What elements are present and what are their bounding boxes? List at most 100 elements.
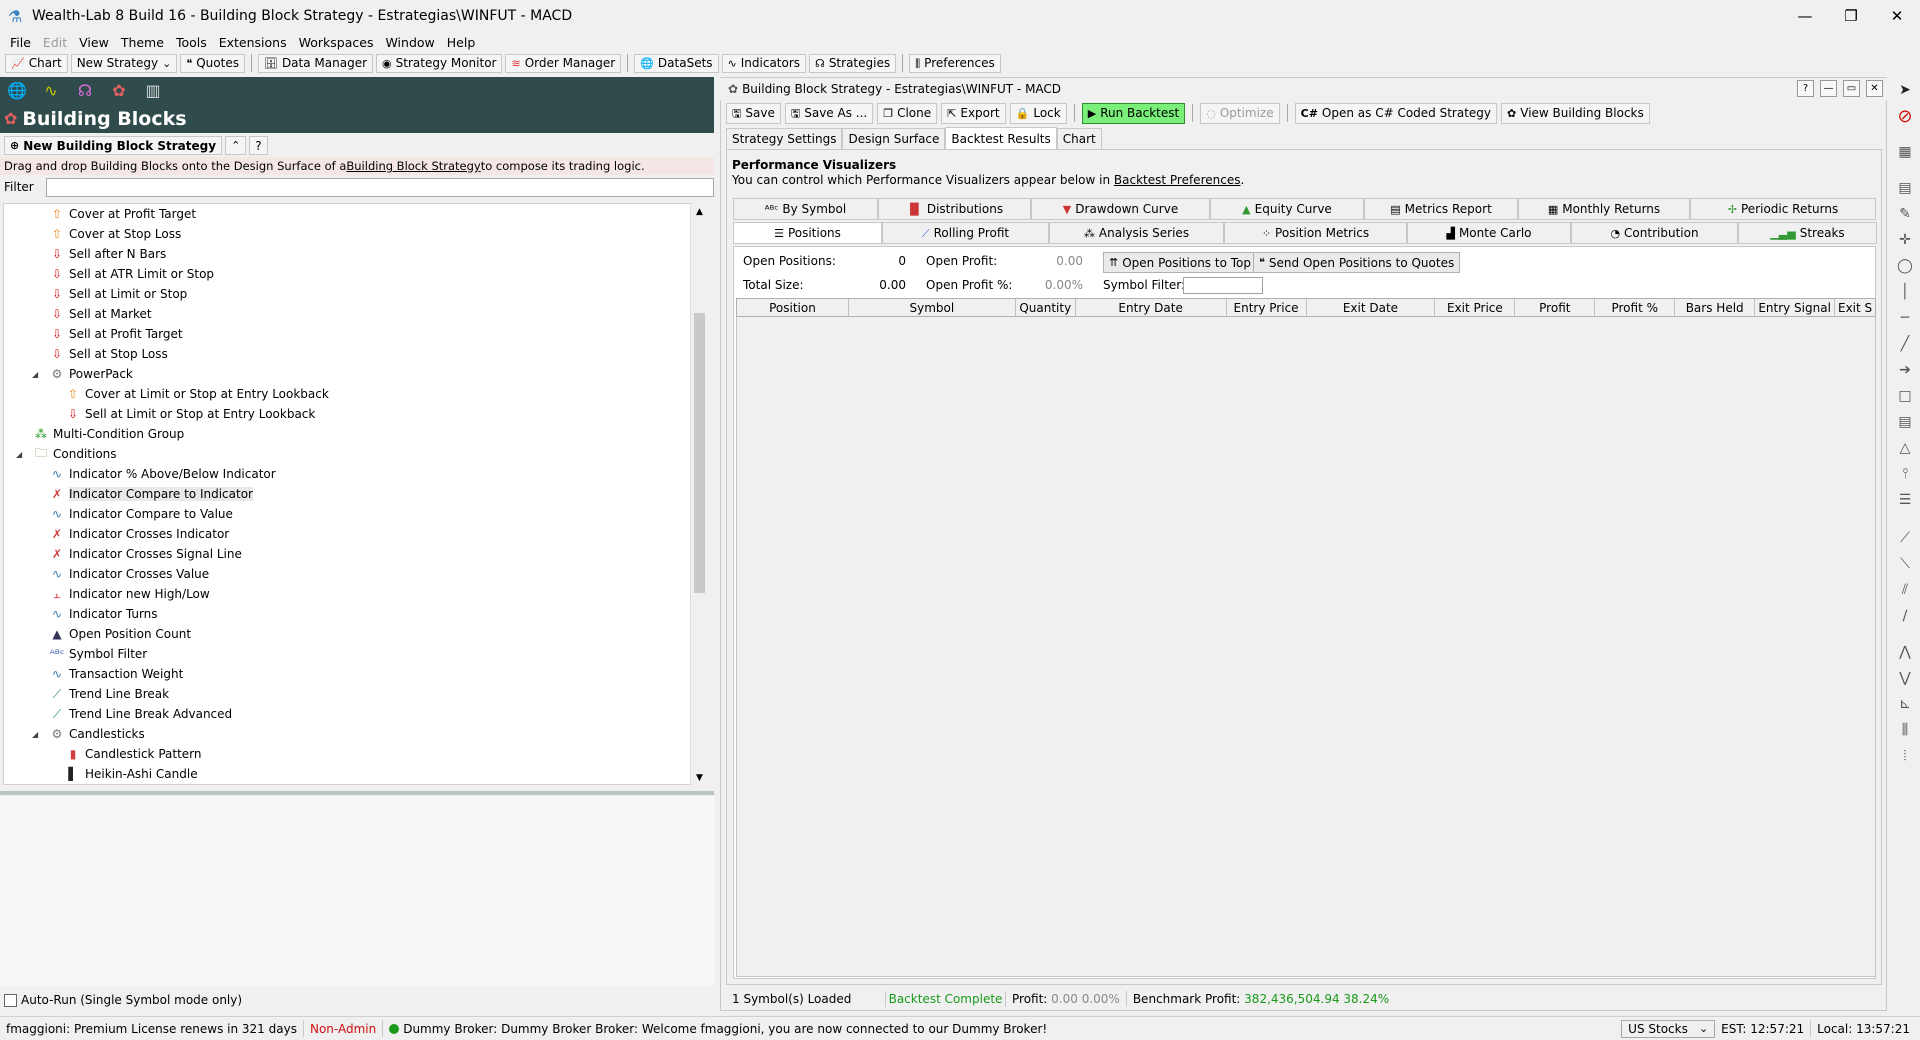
tree-item[interactable]: ✗ Indicator Crosses Signal Line: [50, 544, 242, 564]
tree-item[interactable]: ⇩ Sell at Limit or Stop: [50, 284, 187, 304]
tree-item[interactable]: ∿ Transaction Weight: [50, 664, 183, 684]
tree-item[interactable]: ⇩ Sell at Stop Loss: [50, 344, 168, 364]
strategies-button[interactable]: ☊ Strategies: [809, 53, 897, 73]
cycles-icon[interactable]: ⫼: [1895, 720, 1915, 740]
market-select[interactable]: US Stocks ⌄: [1621, 1019, 1716, 1038]
save-button[interactable]: 🖫 Save: [726, 102, 781, 124]
help-button[interactable]: ?: [249, 136, 268, 155]
maximize-button[interactable]: ▭: [1843, 80, 1860, 97]
tab-equity-curve[interactable]: ▲ Equity Curve: [1210, 198, 1364, 220]
tree-item[interactable]: ⇧ Cover at Limit or Stop at Entry Lookbac…: [66, 384, 329, 404]
grid-select-icon[interactable]: ▦: [1895, 142, 1915, 162]
tree-item[interactable]: ⫠ Indicator new High/Low: [50, 584, 209, 604]
run-backtest-button[interactable]: ▶ Run Backtest: [1081, 102, 1186, 124]
brain-icon[interactable]: ☊: [74, 81, 96, 101]
tree-item[interactable]: ⇩ Sell after N Bars: [50, 244, 166, 264]
datasets-button[interactable]: 🌐 DataSets: [634, 53, 719, 73]
tree-item[interactable]: ᴬᴮᶜ Symbol Filter: [50, 644, 148, 664]
symbol-filter-input[interactable]: [1183, 277, 1263, 294]
menu-edit[interactable]: Edit: [37, 35, 73, 50]
tree-item[interactable]: ⇩ Sell at ATR Limit or Stop: [50, 264, 214, 284]
column-header[interactable]: Entry Date: [1076, 299, 1227, 317]
export-button[interactable]: ⇱ Export: [941, 102, 1006, 124]
save-as-button[interactable]: 🖫 Save As ...: [784, 102, 874, 124]
trend-line-icon[interactable]: ╱: [1895, 334, 1915, 354]
tab-backtest-results[interactable]: Backtest Results: [945, 127, 1057, 150]
tab-positions[interactable]: ☰ Positions: [733, 222, 882, 244]
menu-extensions[interactable]: Extensions: [213, 35, 293, 50]
autorun-checkbox[interactable]: Auto-Run (Single Symbol mode only): [4, 993, 242, 1007]
building-block-strategy-link[interactable]: Building Block Strategy: [346, 159, 480, 173]
tab-streaks[interactable]: ▁▃▅ Streaks: [1738, 222, 1877, 244]
column-header[interactable]: Exit Price: [1435, 299, 1516, 317]
tree-item[interactable]: ⇩ Sell at Limit or Stop at Entry Lookback: [66, 404, 315, 424]
panel-splitter[interactable]: [0, 791, 714, 795]
backtest-preferences-link[interactable]: Backtest Preferences: [1114, 173, 1241, 187]
column-header[interactable]: Exit S: [1835, 299, 1875, 317]
data-manager-button[interactable]: 🗄 Data Manager: [257, 53, 374, 73]
tab-rolling-profit[interactable]: ⟋ Rolling Profit: [882, 222, 1049, 244]
wave-pattern-icon[interactable]: ⋀: [1895, 642, 1915, 662]
tab-contribution[interactable]: ◔ Contribution: [1571, 222, 1738, 244]
column-header[interactable]: Entry Price: [1227, 299, 1307, 317]
tree-item[interactable]: ⇩ Sell at Profit Target: [50, 324, 183, 344]
minimize-button[interactable]: —: [1820, 80, 1837, 97]
tree-item[interactable]: ∿ Indicator Compare to Value: [50, 504, 233, 524]
cursor-icon[interactable]: ➤: [1895, 80, 1915, 100]
filter-input[interactable]: [45, 177, 714, 197]
optimize-button[interactable]: ◌ Optimize: [1200, 102, 1280, 124]
scroll-down-icon[interactable]: ▼: [691, 769, 708, 786]
order-manager-button[interactable]: ≋ Order Manager: [505, 53, 622, 73]
tree-item[interactable]: ⇧ Cover at Stop Loss: [50, 224, 181, 244]
lock-button[interactable]: 🔒 Lock: [1009, 102, 1067, 124]
tree-item[interactable]: ∿ Indicator Crosses Value: [50, 564, 209, 584]
open-positions-to-top-button[interactable]: ⇈ Open Positions to Top: [1103, 252, 1257, 273]
scroll-up-icon[interactable]: ▲: [691, 203, 708, 220]
menu-file[interactable]: File: [4, 35, 37, 50]
calendar-icon[interactable]: ▤: [1895, 178, 1915, 198]
view-building-blocks-button[interactable]: ✿ View Building Blocks: [1501, 102, 1650, 124]
send-open-positions-button[interactable]: ❝ Send Open Positions to Quotes: [1253, 252, 1461, 273]
zigzag-icon[interactable]: ⋁: [1895, 668, 1915, 688]
column-header[interactable]: Position: [737, 299, 849, 317]
column-header[interactable]: Profit %: [1595, 299, 1676, 317]
expand-toggle-icon[interactable]: ◢: [32, 370, 38, 379]
tab-position-metrics[interactable]: ⁘ Position Metrics: [1224, 222, 1407, 244]
tab-monthly-returns[interactable]: ▦ Monthly Returns: [1518, 198, 1690, 220]
pitchfork-icon[interactable]: ⫯: [1895, 464, 1915, 484]
channel-icon[interactable]: ∕: [1895, 606, 1915, 626]
tree-item[interactable]: ⟋ Trend Line Break Advanced: [50, 704, 232, 724]
ellipse-icon[interactable]: ◯: [1895, 256, 1915, 276]
menu-tools[interactable]: Tools: [170, 35, 213, 50]
open-cs-coded-button[interactable]: C# Open as C# Coded Strategy: [1294, 102, 1498, 124]
column-header[interactable]: Exit Date: [1307, 299, 1436, 317]
scroll-thumb[interactable]: [694, 313, 705, 593]
new-building-block-strategy-button[interactable]: ⊕ New Building Block Strategy: [4, 136, 223, 155]
clone-button[interactable]: ❐ Clone: [877, 102, 938, 124]
regression-icon[interactable]: ⫽: [1895, 580, 1915, 600]
triangle-icon[interactable]: △: [1895, 438, 1915, 458]
tree-item[interactable]: ▌ Heikin-Ashi Candle: [66, 764, 197, 784]
help-button[interactable]: ?: [1797, 80, 1814, 97]
close-button[interactable]: ✕: [1874, 0, 1920, 32]
tree-item[interactable]: ∿ Indicator % Above/Below Indicator: [50, 464, 276, 484]
tree-item[interactable]: ⇧ Cover at Profit Target: [50, 204, 196, 224]
wave-icon[interactable]: ∿: [40, 81, 62, 101]
building-blocks-icon[interactable]: ✿: [108, 81, 130, 101]
tree-item[interactable]: ∿ Indicator Turns: [50, 604, 158, 624]
tree-item[interactable]: ⟋ Trend Line Break: [50, 684, 169, 704]
indicators-button[interactable]: ∿ Indicators: [721, 53, 807, 73]
column-header[interactable]: Quantity: [1016, 299, 1076, 317]
tree-item[interactable]: ▲ Open Position Count: [50, 624, 191, 644]
tree-scrollbar[interactable]: ▲ ▼: [690, 203, 708, 786]
new-strategy-dropdown[interactable]: New Strategy ⌄: [70, 53, 178, 73]
tree-item[interactable]: ▮ Candlestick Pattern: [66, 744, 202, 764]
quotes-button[interactable]: ❝ Quotes: [180, 53, 245, 73]
globe-icon[interactable]: 🌐: [6, 81, 28, 101]
expand-toggle-icon[interactable]: ◢: [16, 450, 22, 459]
tab-distributions[interactable]: ▐▌ Distributions: [878, 198, 1031, 220]
column-header[interactable]: Symbol: [849, 299, 1016, 317]
minimize-button[interactable]: —: [1782, 0, 1828, 32]
menu-view[interactable]: View: [73, 35, 115, 50]
menu-theme[interactable]: Theme: [115, 35, 170, 50]
